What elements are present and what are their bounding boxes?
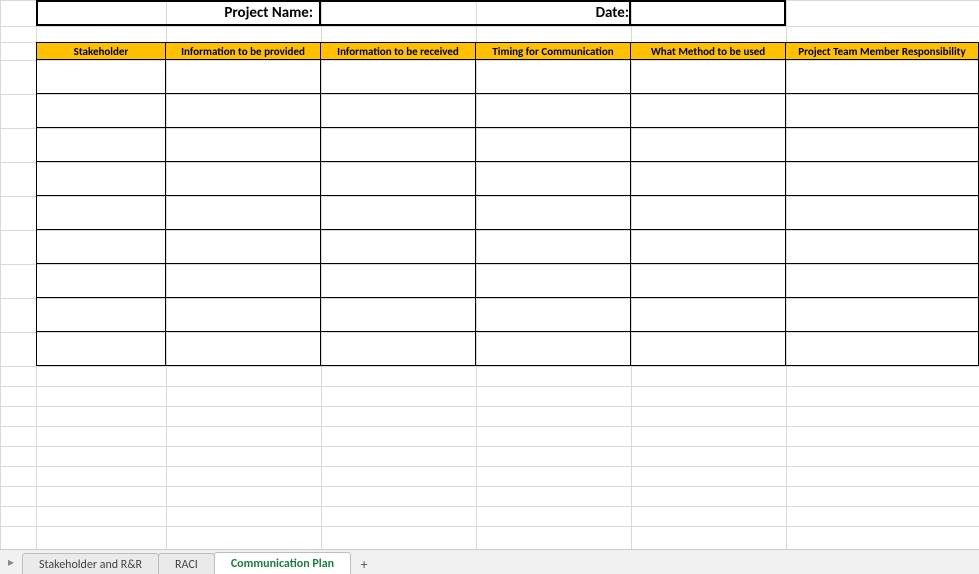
table-row <box>0 60 979 94</box>
left-gap <box>0 264 36 298</box>
table-cell[interactable] <box>476 60 631 94</box>
date-label: Date: <box>596 4 629 22</box>
plus-icon: + <box>361 556 368 573</box>
table-cell[interactable] <box>476 298 631 332</box>
table-cell[interactable] <box>476 94 631 128</box>
table-cell[interactable] <box>631 128 786 162</box>
table-cell[interactable] <box>786 60 979 94</box>
table-cell[interactable] <box>321 298 476 332</box>
table-cell[interactable] <box>166 94 321 128</box>
table-cell[interactable] <box>786 332 979 366</box>
table-cell[interactable] <box>786 230 979 264</box>
table-cell[interactable] <box>321 196 476 230</box>
col-header-stakeholder[interactable]: Stakeholder <box>36 42 166 60</box>
table-cell[interactable] <box>166 196 321 230</box>
table-cell[interactable] <box>321 162 476 196</box>
col-header-info-received[interactable]: Information to be received <box>321 42 476 60</box>
table-cell[interactable] <box>321 264 476 298</box>
sheet-tab-bar: ▸ Stakeholder and R&RRACICommunication P… <box>0 549 979 574</box>
spreadsheet-viewport: Project Name: Date: Stakeholder Informat… <box>0 0 979 574</box>
table-cell[interactable] <box>786 162 979 196</box>
table-cell[interactable] <box>631 60 786 94</box>
table-cell[interactable] <box>36 162 166 196</box>
table-cell[interactable] <box>631 264 786 298</box>
table-cell[interactable] <box>36 94 166 128</box>
sheet-tab[interactable]: Stakeholder and R&R <box>22 553 159 574</box>
left-gap <box>0 196 36 230</box>
table-cell[interactable] <box>166 60 321 94</box>
table-cell[interactable] <box>36 298 166 332</box>
table-row <box>0 332 979 366</box>
table-cell[interactable] <box>476 128 631 162</box>
worksheet-area[interactable]: Project Name: Date: Stakeholder Informat… <box>0 0 979 574</box>
title-row: Project Name: Date: <box>0 0 979 26</box>
left-gap <box>0 128 36 162</box>
left-gap <box>0 162 36 196</box>
table-row <box>0 94 979 128</box>
table-cell[interactable] <box>36 230 166 264</box>
table-cell[interactable] <box>476 196 631 230</box>
table-cell[interactable] <box>786 264 979 298</box>
col-header-responsibility[interactable]: Project Team Member Responsibility <box>786 42 979 60</box>
table-cell[interactable] <box>36 196 166 230</box>
left-gap <box>0 332 36 366</box>
project-name-label-cell[interactable]: Project Name: <box>36 0 321 26</box>
table-row <box>0 298 979 332</box>
table-cell[interactable] <box>36 264 166 298</box>
col-header-info-provided[interactable]: Information to be provided <box>166 42 321 60</box>
project-name-value-cell[interactable]: Date: <box>321 0 631 26</box>
table-cell[interactable] <box>476 264 631 298</box>
sheet-tab[interactable]: Communication Plan <box>214 552 351 574</box>
table-row <box>0 162 979 196</box>
left-gap <box>0 60 36 94</box>
left-gap <box>0 94 36 128</box>
table-cell[interactable] <box>631 196 786 230</box>
table-cell[interactable] <box>476 230 631 264</box>
table-cell[interactable] <box>631 230 786 264</box>
table-cell[interactable] <box>166 230 321 264</box>
table-cell[interactable] <box>321 230 476 264</box>
table-row <box>0 230 979 264</box>
date-value-cell[interactable] <box>631 0 786 26</box>
left-gap <box>0 42 36 60</box>
table-cell[interactable] <box>476 332 631 366</box>
table-cell[interactable] <box>36 60 166 94</box>
table-row <box>0 264 979 298</box>
table-cell[interactable] <box>321 60 476 94</box>
left-gap <box>0 298 36 332</box>
table-cell[interactable] <box>166 332 321 366</box>
left-gap <box>0 0 36 26</box>
table-cell[interactable] <box>631 162 786 196</box>
sheet-content: Project Name: Date: Stakeholder Informat… <box>0 0 979 366</box>
table-cell[interactable] <box>631 332 786 366</box>
table-row <box>0 196 979 230</box>
add-sheet-button[interactable]: + <box>350 552 378 574</box>
table-cell[interactable] <box>786 196 979 230</box>
table-cell[interactable] <box>36 332 166 366</box>
table-cell[interactable] <box>166 264 321 298</box>
table-cell[interactable] <box>321 332 476 366</box>
left-gap <box>0 230 36 264</box>
table-row <box>0 128 979 162</box>
tab-nav-icon[interactable]: ▸ <box>0 550 22 574</box>
table-cell[interactable] <box>786 128 979 162</box>
table-cell[interactable] <box>631 298 786 332</box>
col-header-method[interactable]: What Method to be used <box>631 42 786 60</box>
table-cell[interactable] <box>476 162 631 196</box>
col-header-timing[interactable]: Timing for Communication <box>476 42 631 60</box>
table-cell[interactable] <box>786 94 979 128</box>
table-header-row: Stakeholder Information to be provided I… <box>0 42 979 60</box>
table-body <box>0 60 979 366</box>
sheet-tabs: Stakeholder and R&RRACICommunication Pla… <box>22 550 350 574</box>
spacer-row <box>0 26 979 42</box>
table-cell[interactable] <box>166 162 321 196</box>
table-cell[interactable] <box>166 128 321 162</box>
table-cell[interactable] <box>321 128 476 162</box>
table-cell[interactable] <box>36 128 166 162</box>
sheet-tab[interactable]: RACI <box>158 553 215 574</box>
table-cell[interactable] <box>786 298 979 332</box>
table-cell[interactable] <box>631 94 786 128</box>
table-cell[interactable] <box>166 298 321 332</box>
table-cell[interactable] <box>321 94 476 128</box>
